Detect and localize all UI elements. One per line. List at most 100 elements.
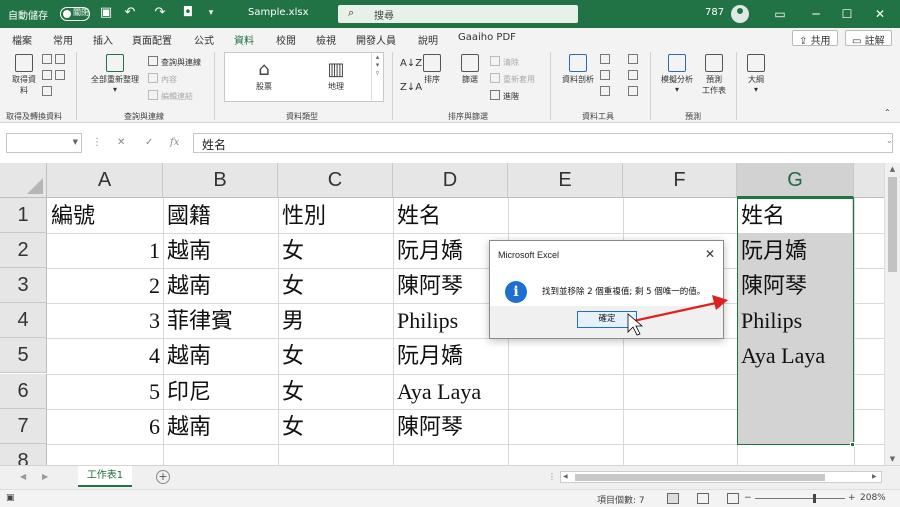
fill-handle[interactable]	[850, 442, 855, 447]
cell-c1[interactable]: 性別	[279, 198, 393, 233]
clear-button[interactable]: 清除	[490, 56, 519, 68]
comments-button[interactable]: ▭ 註解	[845, 30, 892, 47]
cell-b7[interactable]: 越南	[164, 409, 278, 444]
filter-button[interactable]: 篩選	[456, 54, 484, 85]
cell-b4[interactable]: 菲律賓	[164, 303, 278, 338]
cell-c7[interactable]: 女	[279, 409, 393, 444]
cell-g1[interactable]: 姓名	[738, 198, 853, 233]
prev-sheet-icon[interactable]: ◀	[20, 472, 26, 481]
cell-g2[interactable]: 阮月嬌	[738, 233, 853, 268]
scroll-down-icon[interactable]: ▼	[885, 453, 900, 465]
maximize-icon[interactable]: ☐	[833, 5, 861, 23]
vertical-scrollbar[interactable]: ▲ ▼	[884, 163, 900, 470]
chevron-down-icon[interactable]: ▼	[73, 138, 78, 146]
camera-icon[interactable]: ◘	[180, 5, 196, 21]
data-model-icon[interactable]	[628, 86, 641, 97]
sheet-tab-1[interactable]: 工作表1	[78, 466, 132, 487]
cell-b1[interactable]: 國籍	[164, 198, 278, 233]
get-data-button[interactable]: 取得資 料	[8, 54, 40, 96]
cell-b3[interactable]: 越南	[164, 268, 278, 303]
search-box[interactable]: ⌕ 搜尋	[338, 5, 578, 23]
cell-a3[interactable]: 2	[48, 268, 163, 303]
zoom-level[interactable]: 208%	[860, 493, 886, 503]
outline-button[interactable]: 大綱 ▾	[742, 54, 770, 94]
advanced-button[interactable]: 進階	[490, 90, 519, 102]
row-header-5[interactable]: 5	[0, 338, 47, 373]
stocks-button[interactable]: ⌂ 股票	[229, 59, 299, 92]
scroll-right-icon[interactable]: ▶	[872, 473, 877, 480]
row-header-2[interactable]: 2	[0, 233, 47, 268]
from-text-icon[interactable]	[42, 54, 68, 65]
cell-a1[interactable]: 編號	[48, 198, 163, 233]
column-header-e[interactable]: E	[508, 163, 623, 198]
cell-d1[interactable]: 姓名	[394, 198, 508, 233]
forecast-sheet-button[interactable]: 預測 工作表	[700, 54, 728, 96]
window-close-icon[interactable]: ✕	[866, 5, 894, 23]
consolidate-icon[interactable]	[628, 54, 641, 65]
redo-icon[interactable]: ↷	[152, 5, 168, 21]
undo-icon[interactable]: ↶	[122, 5, 138, 21]
cell-g5[interactable]: Aya Laya	[738, 338, 853, 373]
edit-links-button[interactable]: 編輯連結	[148, 90, 193, 102]
formula-input[interactable]: 姓名	[193, 133, 893, 153]
zoom-in-icon[interactable]: +	[848, 493, 856, 503]
tab-split-handle[interactable]: ⋮	[548, 472, 556, 481]
cell-d5[interactable]: 阮月嬌	[394, 338, 508, 373]
scroll-up-icon[interactable]: ▲	[885, 163, 900, 175]
column-header-b[interactable]: B	[163, 163, 278, 198]
tab-gaaiho-pdf[interactable]: Gaaiho PDF	[458, 32, 516, 43]
cell-a5[interactable]: 4	[48, 338, 163, 373]
vertical-scroll-thumb[interactable]	[888, 177, 897, 272]
add-sheet-icon[interactable]: +	[156, 470, 170, 484]
from-table-icon[interactable]	[42, 86, 55, 97]
minimize-icon[interactable]: ─	[802, 5, 830, 23]
what-if-button[interactable]: 模擬分析 ▾	[656, 54, 698, 94]
queries-connections-button[interactable]: 查詢與連線	[148, 56, 201, 68]
cell-a6[interactable]: 5	[48, 374, 163, 409]
normal-view-icon[interactable]	[667, 493, 679, 504]
cell-c3[interactable]: 女	[279, 268, 393, 303]
cell-c5[interactable]: 女	[279, 338, 393, 373]
cell-g3[interactable]: 陳阿琴	[738, 268, 853, 303]
properties-button[interactable]: 內容	[148, 73, 177, 85]
insert-function-icon[interactable]: fx	[170, 137, 179, 148]
row-header-3[interactable]: 3	[0, 268, 47, 303]
tab-home[interactable]: 常用	[53, 32, 73, 47]
column-header-f[interactable]: F	[623, 163, 737, 198]
autosave-toggle[interactable]: 關閉	[60, 7, 90, 21]
cell-d6[interactable]: Aya Laya	[394, 374, 508, 409]
tab-help[interactable]: 說明	[418, 32, 438, 47]
ribbon-display-icon[interactable]: ▭	[766, 5, 794, 23]
flash-fill-icon[interactable]	[600, 54, 613, 65]
cell-b2[interactable]: 越南	[164, 233, 278, 268]
share-button[interactable]: ⇪ 共用	[792, 30, 838, 47]
close-icon[interactable]: ✕	[705, 247, 715, 261]
cell-a2[interactable]: 1	[48, 233, 163, 268]
column-header-h[interactable]	[854, 163, 884, 198]
from-web-icon[interactable]	[42, 70, 68, 81]
tab-file[interactable]: 檔案	[12, 32, 32, 47]
tab-review[interactable]: 校閱	[276, 32, 296, 47]
row-header-7[interactable]: 7	[0, 409, 47, 444]
column-header-g[interactable]: G	[737, 163, 854, 198]
horizontal-scroll-thumb[interactable]	[575, 474, 825, 481]
data-validation-icon[interactable]	[600, 86, 613, 97]
sort-desc-icon[interactable]: Z↓A	[400, 82, 422, 93]
relationships-icon[interactable]	[628, 70, 641, 81]
file-name[interactable]: Sample.xlsx	[248, 7, 309, 18]
cell-c6[interactable]: 女	[279, 374, 393, 409]
page-layout-view-icon[interactable]	[697, 493, 709, 504]
cell-b6[interactable]: 印尼	[164, 374, 278, 409]
geography-button[interactable]: ▥ 地理	[301, 59, 371, 92]
zoom-slider[interactable]	[755, 494, 845, 503]
tab-page-layout[interactable]: 頁面配置	[132, 32, 172, 47]
cell-a4[interactable]: 3	[48, 303, 163, 338]
cell-c4[interactable]: 男	[279, 303, 393, 338]
tab-developer[interactable]: 開發人員	[356, 32, 396, 47]
enter-icon[interactable]: ✓	[145, 137, 153, 148]
zoom-slider-thumb[interactable]	[813, 494, 816, 503]
tab-formulas[interactable]: 公式	[194, 32, 214, 47]
name-box[interactable]: ▼	[6, 133, 82, 153]
tab-insert[interactable]: 插入	[93, 32, 113, 47]
sort-button[interactable]: 排序	[420, 54, 444, 85]
